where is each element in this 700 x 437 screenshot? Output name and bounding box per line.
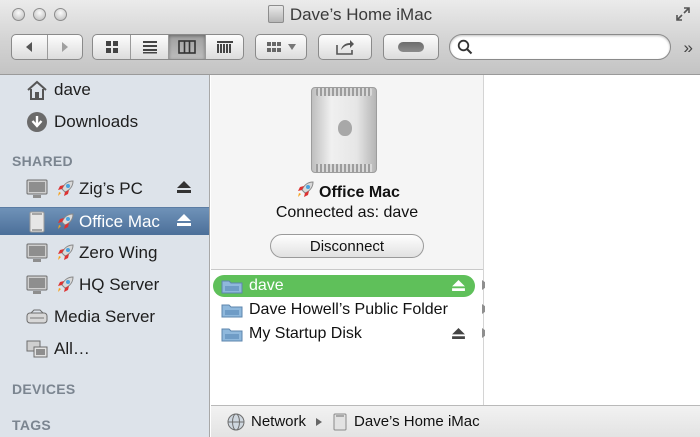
list-lines-icon	[142, 41, 157, 54]
sidebar-item-label: Media Server	[54, 307, 156, 326]
media-server-icon	[24, 305, 50, 329]
rocket-icon	[58, 276, 74, 292]
shared-folder-icon	[221, 304, 243, 318]
empty-column	[485, 75, 700, 405]
sidebar-item-downloads[interactable]: Downloads	[0, 108, 209, 136]
sidebar-item-office-mac[interactable]: Office Mac	[0, 207, 209, 235]
shared-folder-icon	[221, 328, 243, 342]
search-icon	[457, 39, 473, 55]
path-crumb-label: Network	[251, 413, 307, 430]
sidebar-item-label: All…	[54, 339, 90, 358]
eject-icon[interactable]	[177, 214, 191, 226]
sidebar-item-label: Zig’s PC	[79, 179, 143, 198]
path-separator-icon	[316, 417, 323, 426]
rocket-icon	[298, 181, 314, 197]
section-header-shared: SHARED	[12, 153, 73, 169]
window-title-label: Dave’s Home iMac	[289, 5, 433, 24]
disconnect-button[interactable]: Disconnect	[270, 234, 424, 258]
rocket-icon	[58, 244, 74, 260]
section-header-tags: TAGS	[12, 417, 52, 433]
connection-status: Connected as: dave	[275, 204, 419, 221]
icon-grid-icon	[105, 41, 118, 53]
sidebar: dave Downloads SHARED Zig’s PC Office Ma…	[0, 75, 210, 437]
network-globe-icon	[227, 413, 245, 430]
monitor-icon	[24, 273, 50, 297]
sidebar-item-label: Downloads	[54, 112, 139, 131]
volume-row-public-folder[interactable]: Dave Howell’s Public Folder	[213, 299, 489, 321]
columns-icon	[178, 40, 197, 54]
back-arrow-icon	[26, 42, 33, 52]
path-bar: Network Dave’s Home iMac	[211, 405, 700, 437]
icon-view-button[interactable]	[93, 35, 130, 59]
cover-flow-view-button[interactable]	[205, 35, 243, 59]
path-crumb-computer[interactable]: Dave’s Home iMac	[332, 413, 480, 431]
volume-row-dave[interactable]: dave	[213, 275, 489, 297]
mac-pro-large-icon	[311, 87, 377, 173]
sidebar-item-label: HQ Server	[79, 275, 160, 294]
shared-folder-icon	[221, 280, 243, 294]
forward-arrow-icon	[61, 42, 68, 52]
server-preview: Office Mac Connected as: dave Disconnect	[211, 75, 483, 270]
sidebar-item-home[interactable]: dave	[0, 76, 209, 104]
apple-logo-icon	[338, 120, 352, 136]
back-button[interactable]	[12, 35, 47, 59]
eject-icon[interactable]	[452, 328, 465, 339]
finder-window: Dave’s Home iMac » dave Downloads SHARED…	[0, 0, 700, 437]
volume-label: Dave Howell’s Public Folder	[249, 301, 448, 318]
sidebar-item-label: Zero Wing	[79, 243, 158, 262]
sidebar-item-all[interactable]: All…	[0, 335, 209, 363]
sidebar-item-hq-server[interactable]: HQ Server	[0, 271, 209, 299]
toolbar-overflow-icon[interactable]: »	[684, 38, 693, 58]
volume-label: dave	[249, 277, 284, 294]
chevron-down-icon	[288, 44, 296, 50]
title-toolbar: Dave’s Home iMac »	[0, 0, 700, 75]
toggle-button[interactable]	[383, 34, 439, 60]
search-field[interactable]	[449, 34, 671, 60]
home-icon	[24, 78, 50, 102]
forward-button[interactable]	[46, 35, 82, 59]
server-name: Office Mac	[211, 179, 483, 202]
arrange-button[interactable]	[255, 34, 307, 60]
cover-flow-icon	[216, 41, 233, 53]
list-view-button[interactable]	[130, 35, 168, 59]
monitor-icon	[24, 241, 50, 265]
eject-icon[interactable]	[177, 181, 191, 193]
window-title: Dave’s Home iMac	[0, 5, 700, 25]
eject-icon[interactable]	[452, 280, 465, 291]
network-computers-icon	[24, 337, 50, 361]
back-forward-control	[11, 34, 83, 60]
sidebar-item-label: dave	[54, 80, 91, 99]
rocket-icon	[58, 212, 74, 229]
path-crumb-label: Dave’s Home iMac	[354, 413, 480, 430]
monitor-icon	[24, 177, 50, 201]
sidebar-item-media-server[interactable]: Media Server	[0, 303, 209, 331]
sidebar-item-zero-wing[interactable]: Zero Wing	[0, 239, 209, 267]
sidebar-item-label: Office Mac	[79, 211, 160, 231]
search-input[interactable]	[478, 38, 662, 58]
mac-pro-icon	[24, 210, 50, 234]
share-button[interactable]	[318, 34, 372, 60]
server-name-label: Office Mac	[319, 184, 400, 201]
computer-icon	[267, 5, 284, 23]
fullscreen-icon[interactable]	[676, 7, 690, 21]
path-crumb-network[interactable]: Network	[227, 413, 306, 431]
server-column: Office Mac Connected as: dave Disconnect…	[211, 75, 489, 405]
section-header-devices: DEVICES	[12, 381, 76, 397]
downloads-icon	[24, 110, 50, 134]
toggle-pill-icon	[398, 42, 424, 52]
share-icon	[336, 40, 354, 55]
rocket-icon	[58, 180, 74, 196]
column-view-button[interactable]	[167, 35, 206, 59]
arrange-grid-icon	[267, 42, 281, 52]
volume-label: My Startup Disk	[249, 325, 362, 342]
computer-icon	[333, 413, 347, 430]
sidebar-item-zigs-pc[interactable]: Zig’s PC	[0, 175, 209, 203]
volume-row-startup-disk[interactable]: My Startup Disk	[213, 323, 489, 345]
view-mode-control	[92, 34, 244, 60]
